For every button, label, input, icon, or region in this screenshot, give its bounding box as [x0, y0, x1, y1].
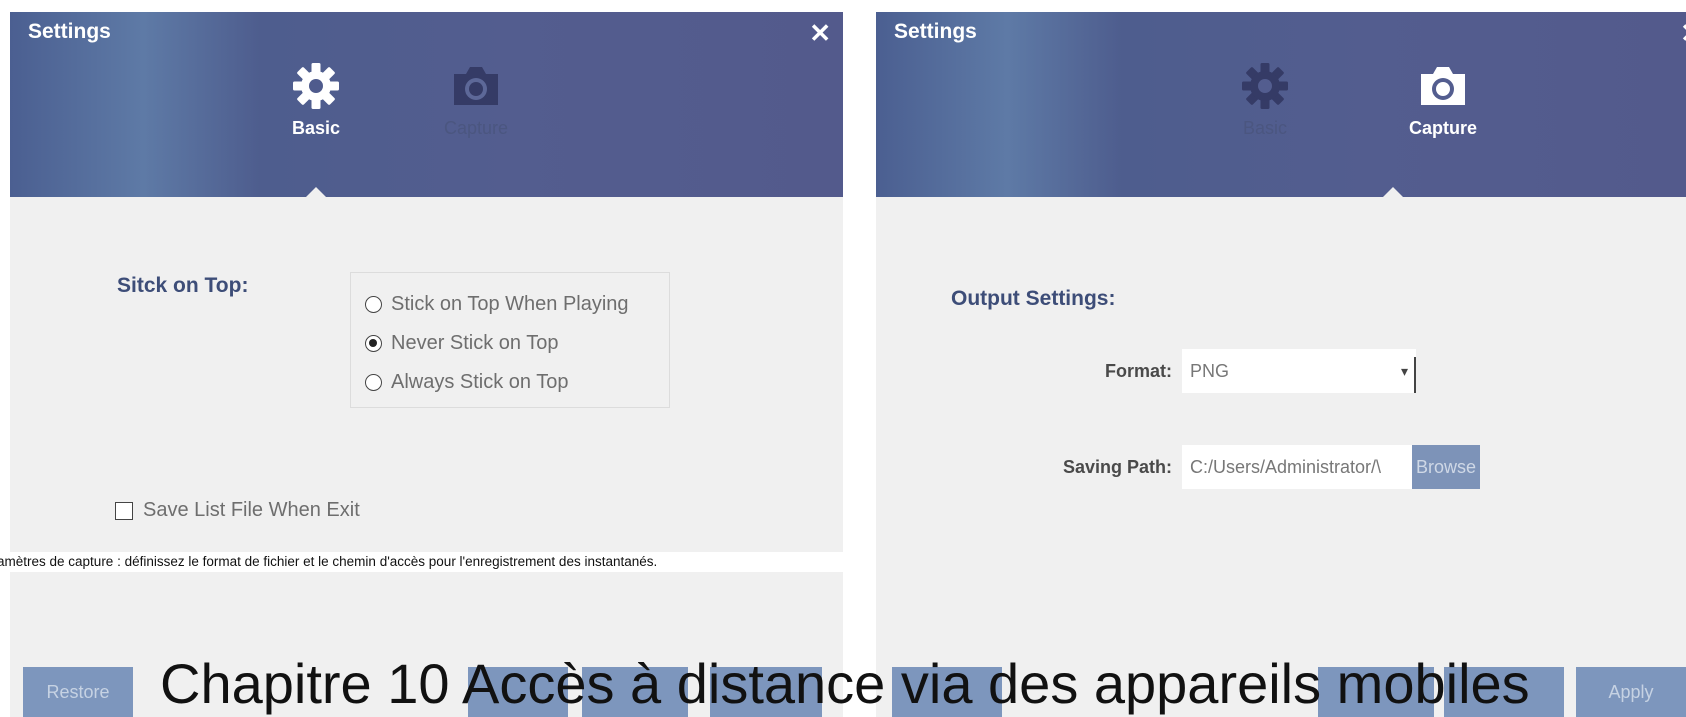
radio-always-stick[interactable]: Always Stick on Top — [365, 363, 655, 402]
active-tab-indicator — [306, 187, 326, 197]
dialog-header: Settings ✕ — [10, 12, 843, 197]
settings-dialog-basic: Settings ✕ Basic Capture Sitck on Top: S… — [10, 12, 843, 717]
save-list-checkbox-row[interactable]: Save List File When Exit — [115, 499, 360, 522]
dialog-title: Settings — [894, 20, 977, 43]
dialog-title: Settings — [28, 20, 111, 43]
browse-button[interactable]: Browse — [1412, 445, 1480, 489]
radio-button[interactable] — [365, 296, 382, 313]
camera-icon — [1383, 60, 1503, 112]
tab-basic[interactable]: Basic — [1205, 60, 1325, 139]
saving-path-input[interactable] — [1182, 445, 1412, 489]
close-icon[interactable]: ✕ — [809, 18, 831, 49]
tab-label: Basic — [291, 118, 341, 138]
output-settings-label: Output Settings: — [951, 287, 1116, 310]
saving-path-label: Saving Path: — [1062, 457, 1172, 477]
gear-icon — [1205, 60, 1325, 112]
radio-stick-when-playing[interactable]: Stick on Top When Playing — [365, 285, 655, 324]
radio-button-selected[interactable] — [365, 335, 382, 352]
tab-label: Basic — [1242, 118, 1287, 138]
dropdown-edge — [1414, 357, 1416, 393]
restore-button[interactable]: Restore — [23, 667, 133, 717]
camera-icon — [416, 60, 536, 112]
dialog-header: Settings ✕ — [876, 12, 1686, 197]
radio-button[interactable] — [365, 374, 382, 391]
tab-capture[interactable]: Capture — [1383, 60, 1503, 139]
checkbox-label: Save List File When Exit — [143, 499, 360, 521]
tab-capture[interactable]: Capture — [416, 60, 536, 139]
figure-caption: Paramètres de capture : définissez le fo… — [0, 552, 843, 572]
chevron-down-icon: ▾ — [1400, 363, 1408, 379]
close-icon[interactable]: ✕ — [1680, 18, 1686, 49]
radio-label: Stick on Top When Playing — [391, 293, 629, 315]
gear-icon — [256, 60, 376, 112]
tab-label: Capture — [1408, 118, 1477, 138]
settings-dialog-capture: Settings ✕ — [876, 12, 1686, 717]
tab-label: Capture — [443, 118, 509, 138]
chapter-title: Chapitre 10 Accès à distance via des app… — [160, 652, 1530, 715]
save-list-checkbox[interactable] — [115, 501, 133, 520]
caption-text: Paramètres de capture : définissez le fo… — [0, 554, 658, 569]
tab-basic[interactable]: Basic — [256, 60, 376, 139]
radio-never-stick[interactable]: Never Stick on Top — [365, 324, 655, 363]
format-value: PNG — [1190, 361, 1230, 381]
radio-label: Always Stick on Top — [391, 371, 569, 393]
radio-label: Never Stick on Top — [391, 332, 559, 354]
stick-on-top-label: Sitck on Top: — [117, 274, 249, 297]
format-select[interactable]: PNG ▾ — [1182, 349, 1416, 393]
active-tab-indicator — [1383, 187, 1403, 197]
stick-on-top-options: Stick on Top When Playing Never Stick on… — [350, 272, 670, 408]
format-label: Format: — [1105, 361, 1172, 381]
